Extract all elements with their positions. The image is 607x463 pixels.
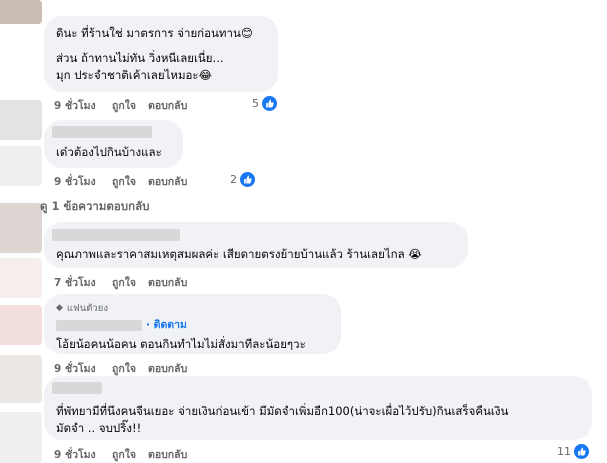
reply-button[interactable]: ตอบกลับ	[148, 97, 187, 114]
commenter-name[interactable]	[52, 126, 152, 138]
comment-actions: 9 ชั่วโมง ถูกใจ ตอบกลับ	[54, 360, 187, 377]
view-more-replies-link[interactable]: ดู 1 ข้อความตอบกลับ	[40, 198, 149, 216]
comment-timestamp[interactable]: 9 ชั่วโมง	[54, 446, 112, 463]
reply-button[interactable]: ตอบกลับ	[148, 360, 187, 377]
top-fan-badge: แฟนตัวยง	[66, 303, 108, 314]
comment-text: คุณภาพและราคาสมเหตุสมผลค่ะ เสียดายตรงย้า…	[56, 247, 422, 261]
comment-actions: 9 ชั่วโมง ถูกใจ ตอบกลับ	[54, 446, 187, 463]
reaction-count[interactable]: 11	[557, 444, 589, 459]
reply-button[interactable]: ตอบกลับ	[148, 274, 187, 291]
comment-actions: 9 ชั่วโมง ถูกใจ ตอบกลับ	[54, 173, 187, 190]
avatar[interactable]	[0, 412, 42, 463]
comment-timestamp[interactable]: 7 ชั่วโมง	[54, 274, 112, 291]
comment-text: มัดจำ .. จบปริ๊ง!!	[56, 421, 142, 435]
like-button[interactable]: ถูกใจ	[112, 173, 148, 190]
comment-bubble: ◆ แฟนตัวยง · ติดตาม โอ้ยน้อคนน้อคน ตอนกิ…	[44, 294, 341, 354]
comment-text: ที่พัทยามีที่นึงคนจีนเยอะ จ่ายเงินก่อนเข…	[56, 404, 509, 418]
avatar[interactable]	[0, 146, 42, 186]
like-button[interactable]: ถูกใจ	[112, 97, 148, 114]
reaction-count[interactable]: 5	[252, 96, 277, 111]
comment-bubble: ที่พัทยามีที่นึงคนจีนเยอะ จ่ายเงินก่อนเข…	[44, 376, 592, 440]
like-button[interactable]: ถูกใจ	[112, 360, 148, 377]
like-button[interactable]: ถูกใจ	[112, 446, 148, 463]
comment-bubble: ดินะ ที่ร้านใช่ มาตรการ จ่ายก่อนทาน😊 ส่ว…	[44, 16, 278, 92]
commenter-name[interactable]	[52, 382, 102, 394]
comment-text	[56, 42, 266, 50]
reaction-number: 2	[230, 173, 237, 186]
avatar[interactable]	[0, 258, 42, 298]
like-button[interactable]: ถูกใจ	[112, 274, 148, 291]
thumbs-up-icon	[240, 172, 255, 187]
comment-text: เด๋วต้องไปกินบ้างและ	[56, 145, 162, 159]
commenter-name[interactable]	[56, 319, 142, 331]
reaction-number: 5	[252, 97, 259, 110]
comment-timestamp[interactable]: 9 ชั่วโมง	[54, 360, 112, 377]
avatar[interactable]	[0, 305, 42, 345]
reaction-count[interactable]: 2	[230, 172, 255, 187]
follow-link[interactable]: · ติดตาม	[146, 317, 187, 334]
comment-text: มุก ประจำชาติเค้าเลยไหมอะ😂	[56, 68, 213, 82]
avatar[interactable]	[0, 203, 42, 253]
reply-button[interactable]: ตอบกลับ	[148, 446, 187, 463]
comment-timestamp[interactable]: 9 ชั่วโมง	[54, 97, 112, 114]
diamond-icon: ◆	[56, 303, 63, 313]
comment-text: โอ้ยน้อคนน้อคน ตอนกินทำไมไม่สั่งมาทีละน้…	[56, 337, 306, 351]
avatar[interactable]	[0, 0, 42, 24]
avatar[interactable]	[0, 100, 42, 140]
comment-text: ดินะ ที่ร้านใช่ มาตรการ จ่ายก่อนทาน😊	[56, 26, 253, 40]
reply-button[interactable]: ตอบกลับ	[148, 173, 187, 190]
badge-row: ◆ แฟนตัวยง	[56, 300, 329, 317]
comment-text: ส่วน ถ้าทานไม่ทัน วิ่งหนีเลยเนี่ย...	[56, 51, 224, 65]
commenter-name[interactable]	[52, 229, 180, 241]
thumbs-up-icon	[574, 444, 589, 459]
thumbs-up-icon	[262, 96, 277, 111]
avatar[interactable]	[0, 355, 42, 403]
comment-actions: 9 ชั่วโมง ถูกใจ ตอบกลับ	[54, 97, 187, 114]
reaction-number: 11	[557, 445, 571, 458]
comment-timestamp[interactable]: 9 ชั่วโมง	[54, 173, 112, 190]
comment-actions: 7 ชั่วโมง ถูกใจ ตอบกลับ	[54, 274, 187, 291]
